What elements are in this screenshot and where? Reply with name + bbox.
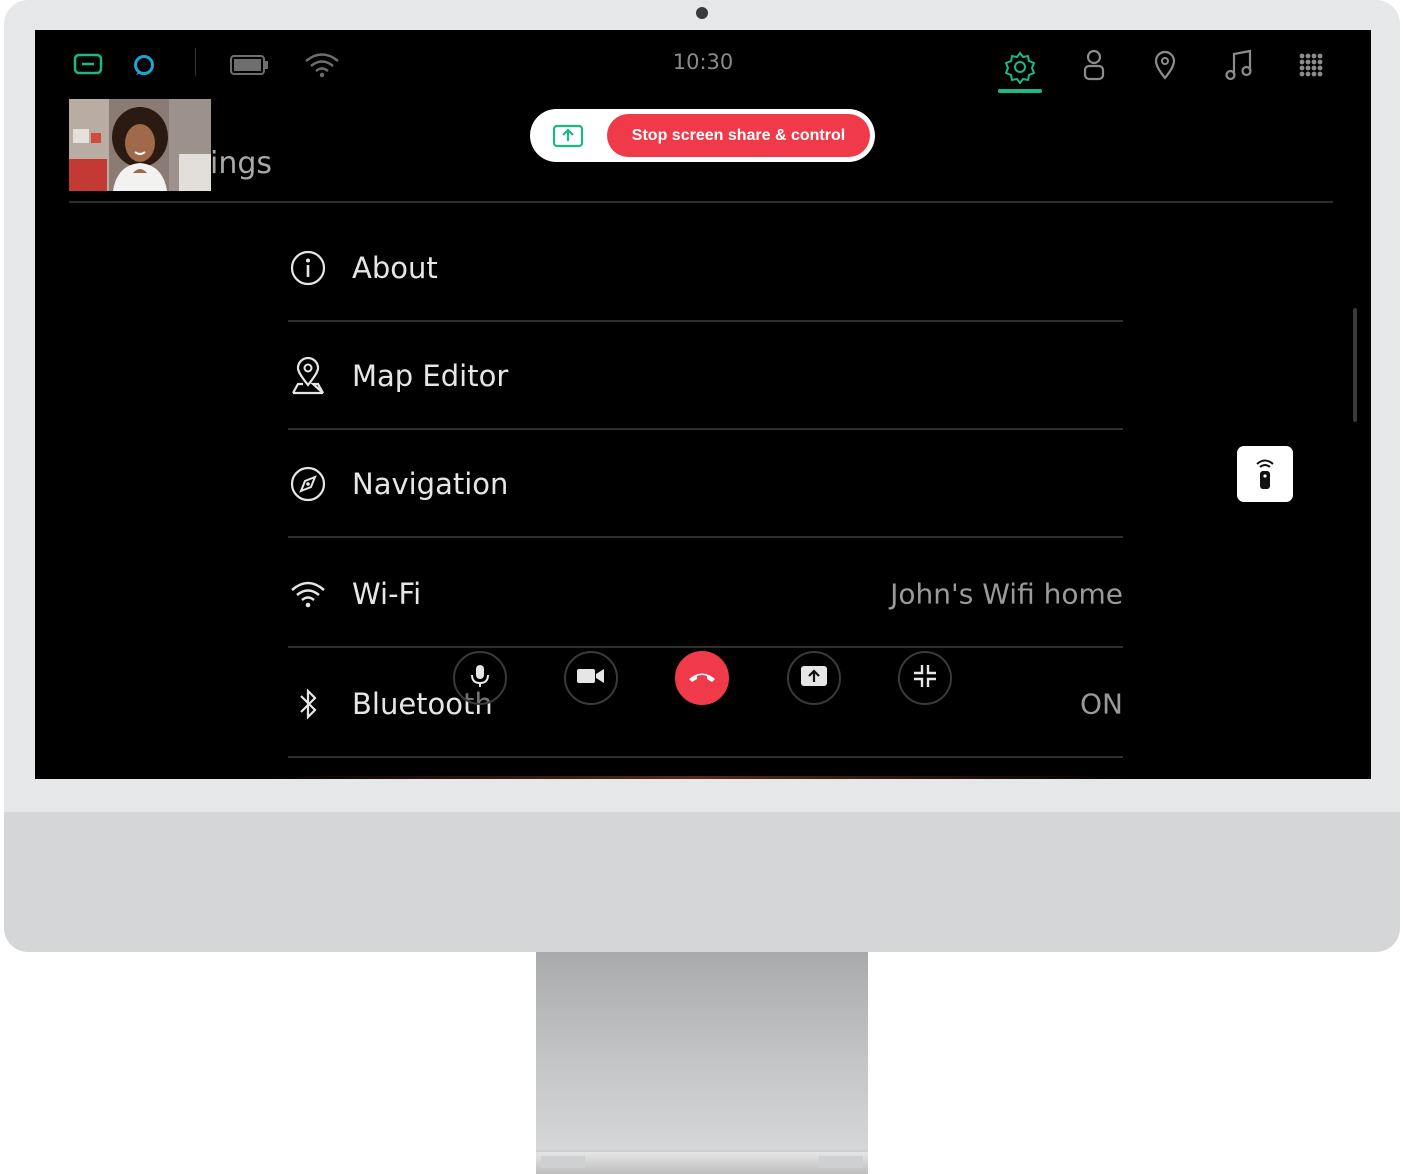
alexa-ring-icon[interactable] — [131, 52, 157, 78]
app-badge-icon[interactable] — [72, 52, 104, 76]
compass-icon — [288, 464, 328, 504]
battery-icon — [229, 53, 271, 77]
settings-row-label: Map Editor — [352, 359, 509, 393]
device-screen: 10:30 ings Stop screen share & control A… — [35, 30, 1371, 779]
share-screen-icon — [800, 665, 828, 691]
settings-row-wifi[interactable]: Wi-Fi John's Wifi home — [288, 540, 1123, 648]
video-call-thumbnail[interactable] — [69, 99, 211, 191]
title-divider — [69, 201, 1333, 203]
wifi-icon — [302, 50, 342, 80]
music-note-icon[interactable] — [1222, 48, 1256, 82]
settings-row-label: About — [352, 251, 438, 285]
foot-slot — [819, 1156, 863, 1168]
bottom-edge — [255, 776, 1135, 779]
person-icon[interactable] — [1079, 48, 1109, 82]
settings-row-about[interactable]: About — [288, 214, 1123, 322]
video-camera-icon — [576, 666, 606, 690]
stop-screen-share-button[interactable]: Stop screen share & control — [607, 114, 870, 157]
page-title: ings — [210, 146, 273, 181]
bluetooth-icon — [288, 684, 328, 724]
clock-time: 10:30 — [672, 50, 734, 74]
webcam-dot — [696, 7, 708, 19]
row-divider — [288, 646, 1123, 648]
wifi-network-name: John's Wifi home — [890, 577, 1123, 611]
status-bar: 10:30 — [35, 30, 1371, 100]
minimize-call-button[interactable] — [898, 651, 952, 705]
bluetooth-status: ON — [1080, 687, 1123, 721]
settings-row-map-editor[interactable]: Map Editor — [288, 322, 1123, 430]
monitor-chin — [4, 812, 1400, 952]
remote-control-icon — [1256, 459, 1274, 489]
toggle-video-button[interactable] — [564, 651, 618, 705]
minimize-icon — [912, 663, 938, 693]
end-call-button[interactable] — [675, 651, 729, 705]
settings-gear-icon[interactable] — [1001, 48, 1039, 86]
location-pin-icon[interactable] — [1150, 48, 1180, 82]
share-screen-button[interactable] — [787, 651, 841, 705]
status-separator — [195, 48, 196, 76]
row-divider — [288, 756, 1123, 758]
map-editor-icon — [288, 356, 328, 396]
row-divider — [288, 536, 1123, 538]
active-tab-indicator — [998, 89, 1042, 93]
settings-row-navigation[interactable]: Navigation — [288, 430, 1123, 538]
share-screen-icon — [550, 123, 586, 149]
remote-control-button[interactable] — [1237, 446, 1293, 502]
microphone-icon — [469, 663, 491, 693]
info-icon — [288, 248, 328, 288]
settings-row-label: Navigation — [352, 467, 509, 501]
mute-microphone-button[interactable] — [453, 651, 507, 705]
screen-share-banner: Stop screen share & control — [530, 109, 875, 162]
foot-slot — [541, 1156, 585, 1168]
wifi-icon — [288, 574, 328, 614]
settings-row-label: Wi-Fi — [352, 577, 422, 611]
end-call-icon — [687, 669, 717, 688]
scrollbar[interactable] — [1353, 308, 1357, 422]
apps-grid-icon[interactable] — [1296, 50, 1326, 80]
monitor-stand — [536, 952, 868, 1152]
